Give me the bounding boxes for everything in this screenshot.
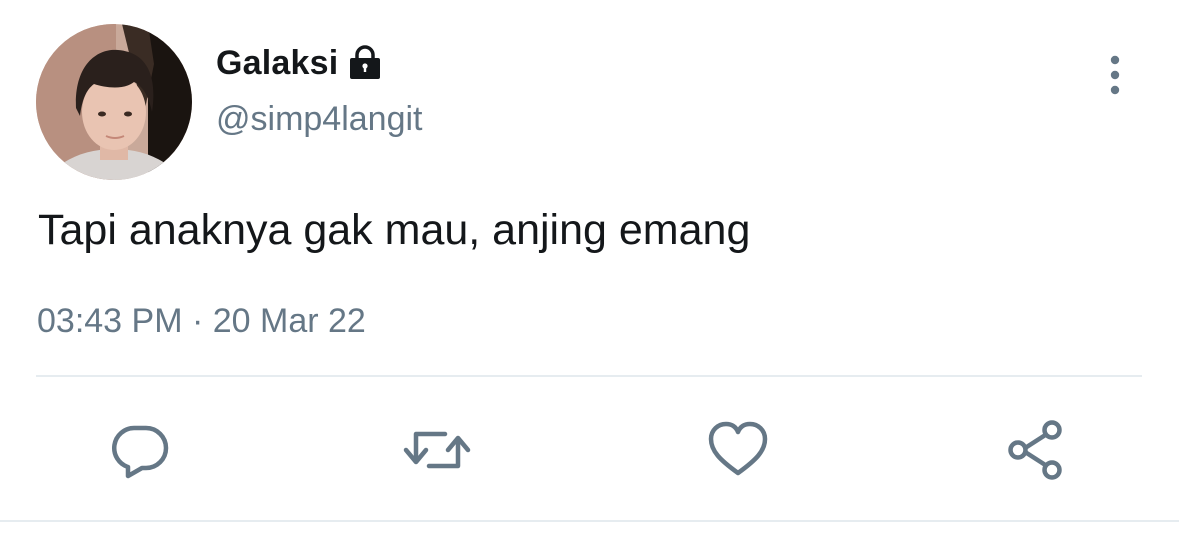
retweet-button[interactable] — [403, 418, 471, 482]
tweet-text: Tapi anaknya gak mau, anjing emang — [38, 206, 751, 254]
divider — [36, 375, 1142, 377]
tweet-card: Galaksi @simp4langit Tapi anaknya gak ma… — [0, 0, 1179, 540]
like-button[interactable] — [706, 418, 770, 482]
lock-icon — [348, 45, 382, 81]
more-vertical-icon[interactable] — [1098, 54, 1132, 98]
reply-button[interactable] — [108, 418, 172, 482]
display-name-row: Galaksi — [216, 38, 382, 88]
reply-icon — [108, 418, 172, 482]
user-handle[interactable]: @simp4langit — [216, 100, 423, 139]
avatar[interactable] — [36, 24, 192, 180]
share-icon — [1004, 418, 1068, 482]
retweet-icon — [401, 418, 473, 482]
display-name[interactable]: Galaksi — [216, 44, 338, 83]
heart-icon — [706, 418, 770, 482]
tweet-timestamp[interactable]: 03:43 PM · 20 Mar 22 — [37, 302, 366, 341]
share-button[interactable] — [1004, 418, 1068, 482]
bottom-divider — [0, 520, 1179, 522]
